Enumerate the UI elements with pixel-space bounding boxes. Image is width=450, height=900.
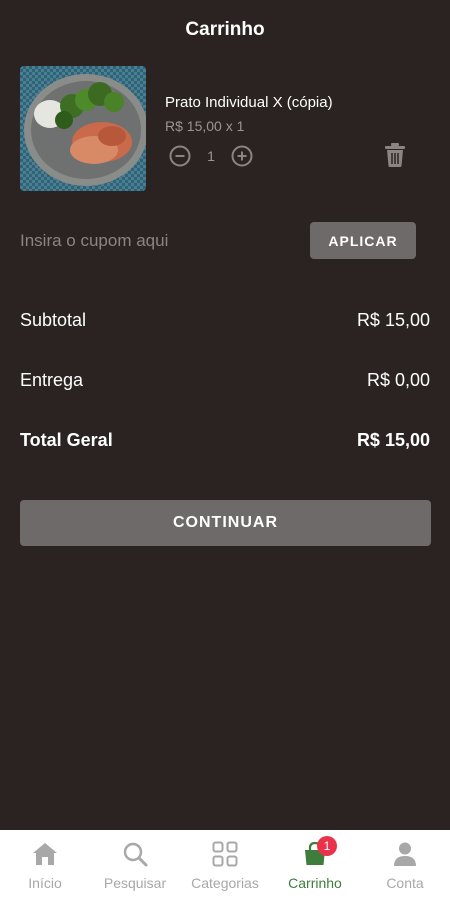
page-title: Carrinho bbox=[185, 19, 265, 40]
nav-item-search[interactable]: Pesquisar bbox=[90, 840, 180, 891]
bottom-nav: Início Pesquisar Categorias 1 Carrinho C… bbox=[0, 830, 450, 900]
subtotal-value: R$ 15,00 bbox=[356, 310, 430, 330]
nav-label-cart: Carrinho bbox=[288, 874, 342, 891]
nav-item-cart[interactable]: 1 Carrinho bbox=[270, 835, 360, 891]
apply-coupon-button[interactable]: APLICAR bbox=[310, 222, 416, 259]
nav-item-home[interactable]: Início bbox=[0, 840, 90, 891]
nav-label-categories: Categorias bbox=[191, 874, 259, 891]
search-icon bbox=[121, 840, 149, 868]
header: Carrinho bbox=[0, 0, 450, 60]
continue-button[interactable]: CONTINUAR bbox=[20, 500, 431, 546]
nav-item-categories[interactable]: Categorias bbox=[180, 840, 270, 891]
delivery-row: Entrega R$ 0,00 bbox=[20, 370, 430, 391]
increase-button[interactable] bbox=[230, 144, 254, 168]
shopping-bag-icon: 1 bbox=[301, 835, 337, 868]
user-icon bbox=[391, 840, 419, 868]
nav-label-home: Início bbox=[28, 874, 62, 891]
plus-circle-icon bbox=[231, 145, 253, 167]
nav-label-search: Pesquisar bbox=[103, 874, 167, 891]
nav-item-account[interactable]: Conta bbox=[360, 840, 450, 891]
remove-item-button[interactable] bbox=[384, 142, 408, 168]
subtotal-label: Subtotal bbox=[20, 310, 87, 330]
quantity-stepper: 1 bbox=[168, 144, 254, 168]
coupon-input[interactable] bbox=[20, 222, 290, 260]
trash-icon bbox=[385, 143, 405, 167]
minus-circle-icon bbox=[169, 145, 191, 167]
coupon-row: APLICAR bbox=[20, 222, 416, 260]
cart-badge: 1 bbox=[317, 835, 337, 856]
delivery-label: Entrega bbox=[20, 370, 84, 390]
product-image bbox=[20, 66, 146, 191]
total-label: Total Geral bbox=[20, 430, 113, 450]
delivery-value: R$ 0,00 bbox=[366, 370, 430, 390]
product-price: R$ 15,00 x 1 bbox=[165, 118, 245, 134]
cart-item: Prato Individual X (cópia) R$ 15,00 x 1 … bbox=[20, 66, 430, 191]
home-icon bbox=[31, 840, 59, 868]
decrease-button[interactable] bbox=[168, 144, 192, 168]
grid-icon bbox=[211, 840, 239, 868]
total-value: R$ 15,00 bbox=[356, 430, 430, 450]
quantity-value: 1 bbox=[207, 148, 215, 164]
nav-label-account: Conta bbox=[386, 874, 424, 891]
total-row: Total Geral R$ 15,00 bbox=[20, 430, 430, 451]
product-name: Prato Individual X (cópia) bbox=[165, 94, 333, 111]
subtotal-row: Subtotal R$ 15,00 bbox=[20, 310, 430, 331]
